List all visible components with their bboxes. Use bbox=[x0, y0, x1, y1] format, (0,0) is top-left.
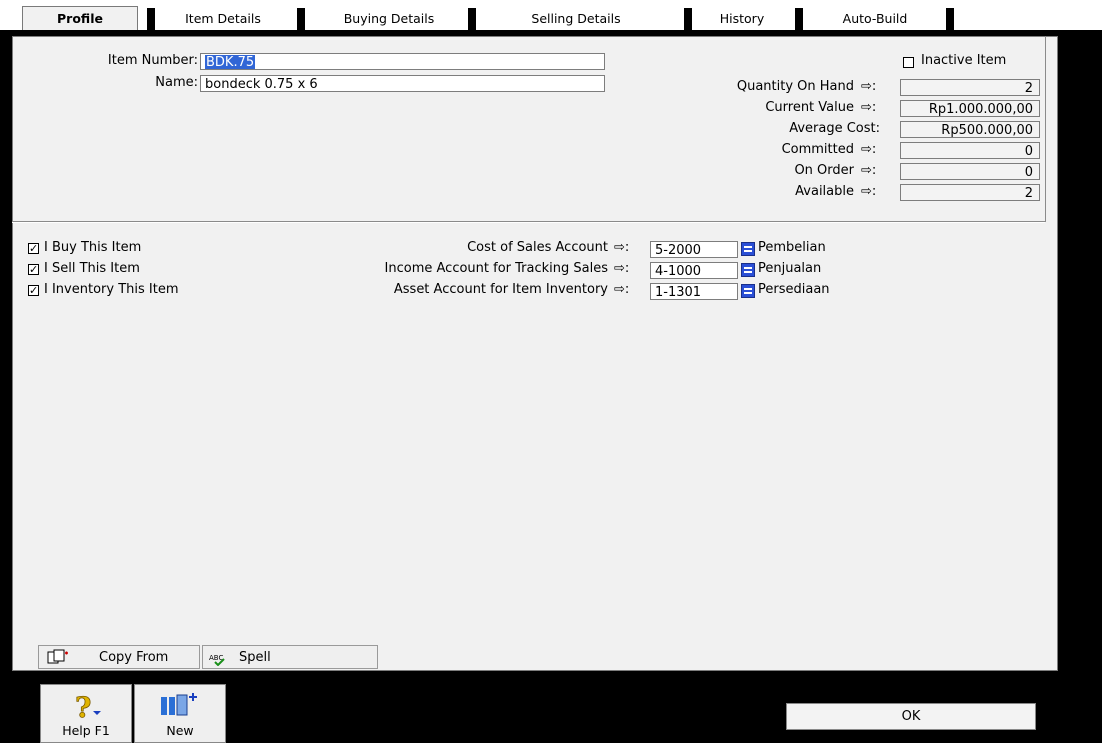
tab-separator bbox=[468, 8, 476, 30]
section-divider bbox=[12, 221, 1045, 223]
inventory-item-checkbox[interactable]: ✓ bbox=[28, 285, 39, 296]
tab-history[interactable]: History bbox=[698, 8, 786, 30]
tab-separator bbox=[147, 8, 155, 30]
spell-label: Spell bbox=[239, 650, 271, 665]
income-account-input[interactable]: 4-1000 bbox=[650, 262, 738, 279]
inactive-checkbox[interactable] bbox=[903, 57, 914, 68]
help-label: Help F1 bbox=[62, 723, 110, 738]
committed-label: Committed bbox=[781, 142, 854, 157]
account-lookup-icon[interactable] bbox=[741, 263, 755, 277]
item-number-input[interactable]: BDK.75 bbox=[200, 53, 605, 70]
new-button[interactable]: New bbox=[134, 684, 226, 743]
help-question-icon: ? bbox=[71, 691, 107, 724]
drilldown-arrow-icon[interactable]: ⇨: bbox=[861, 142, 876, 157]
quantity-on-hand-field: 2 bbox=[900, 79, 1040, 96]
new-item-icon bbox=[159, 693, 203, 717]
current-value-label: Current Value bbox=[765, 100, 854, 115]
item-number-value: BDK.75 bbox=[205, 55, 256, 70]
tab-profile[interactable]: Profile bbox=[22, 6, 138, 32]
quantity-on-hand-label: Quantity On Hand bbox=[736, 79, 854, 94]
drilldown-arrow-icon[interactable]: ⇨: bbox=[614, 282, 629, 297]
panel-button-row: Copy From ABC Spell bbox=[38, 645, 378, 671]
average-cost-label: Average Cost: bbox=[789, 121, 880, 136]
cost-of-sales-account-input[interactable]: 5-2000 bbox=[650, 241, 738, 258]
cost-of-sales-label: Cost of Sales Account bbox=[467, 240, 608, 255]
sell-item-label: I Sell This Item bbox=[44, 261, 140, 276]
tab-item-details[interactable]: Item Details bbox=[162, 8, 284, 30]
tab-strip: Profile Item Details Buying Details Sell… bbox=[0, 0, 1102, 32]
average-cost-field: Rp500.000,00 bbox=[900, 121, 1040, 138]
committed-field: 0 bbox=[900, 142, 1040, 159]
tab-separator bbox=[946, 8, 954, 30]
spell-button[interactable]: ABC Spell bbox=[202, 645, 378, 669]
drilldown-arrow-icon[interactable]: ⇨: bbox=[861, 184, 876, 199]
available-label: Available bbox=[795, 184, 854, 199]
inactive-label: Inactive Item bbox=[921, 53, 1007, 68]
item-number-label: Item Number: bbox=[107, 53, 198, 68]
available-field: 2 bbox=[900, 184, 1040, 201]
help-button[interactable]: ? Help F1 bbox=[40, 684, 132, 743]
copy-from-label: Copy From bbox=[99, 650, 169, 665]
drilldown-arrow-icon[interactable]: ⇨: bbox=[861, 100, 876, 115]
name-input[interactable]: bondeck 0.75 x 6 bbox=[200, 75, 605, 92]
income-account-label: Income Account for Tracking Sales bbox=[384, 261, 608, 276]
account-lookup-icon[interactable] bbox=[741, 242, 755, 256]
asset-account-name: Persediaan bbox=[758, 282, 830, 297]
on-order-field: 0 bbox=[900, 163, 1040, 180]
buy-item-checkbox[interactable]: ✓ bbox=[28, 243, 39, 254]
inventory-item-label: I Inventory This Item bbox=[44, 282, 179, 297]
drilldown-arrow-icon[interactable]: ⇨: bbox=[861, 79, 876, 94]
tab-selling-details[interactable]: Selling Details bbox=[482, 8, 670, 30]
sell-item-checkbox[interactable]: ✓ bbox=[28, 264, 39, 275]
tab-separator bbox=[795, 8, 803, 30]
asset-account-input[interactable]: 1-1301 bbox=[650, 283, 738, 300]
buy-item-label: I Buy This Item bbox=[44, 240, 142, 255]
tab-auto-build[interactable]: Auto-Build bbox=[810, 8, 940, 30]
new-label: New bbox=[166, 723, 194, 738]
panel-edge bbox=[1045, 36, 1046, 222]
drilldown-arrow-icon[interactable]: ⇨: bbox=[861, 163, 876, 178]
asset-account-label: Asset Account for Item Inventory bbox=[393, 282, 608, 297]
svg-text:?: ? bbox=[75, 691, 91, 721]
drilldown-arrow-icon[interactable]: ⇨: bbox=[614, 240, 629, 255]
on-order-label: On Order bbox=[794, 163, 854, 178]
name-label: Name: bbox=[155, 75, 198, 90]
drilldown-arrow-icon[interactable]: ⇨: bbox=[614, 261, 629, 276]
income-account-name: Penjualan bbox=[758, 261, 822, 276]
tab-separator bbox=[684, 8, 692, 30]
current-value-field: Rp1.000.000,00 bbox=[900, 100, 1040, 117]
cost-of-sales-account-name: Pembelian bbox=[758, 240, 826, 255]
ok-button[interactable]: OK bbox=[786, 703, 1036, 730]
tab-buying-details[interactable]: Buying Details bbox=[312, 8, 466, 30]
copy-from-button[interactable]: Copy From bbox=[38, 645, 200, 669]
copy-from-icon bbox=[47, 649, 69, 665]
account-lookup-icon[interactable] bbox=[741, 284, 755, 298]
tab-separator bbox=[297, 8, 305, 30]
window-edge bbox=[1062, 30, 1102, 743]
spell-check-icon: ABC bbox=[209, 651, 235, 667]
